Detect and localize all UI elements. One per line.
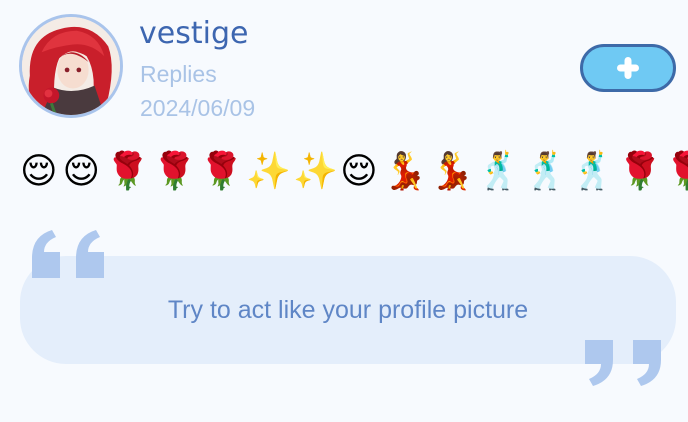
emoji-sparkles: ✨	[246, 150, 291, 191]
emoji-rose: 🌹	[199, 150, 244, 191]
avatar-image	[22, 17, 120, 115]
reply-card: vestige Replies 2024/06/09 😌 😌 🌹 🌹 🌹 ✨ ✨…	[0, 0, 688, 422]
emoji-relieved-face: 😌	[20, 150, 58, 191]
emoji-rose: 🌹	[152, 150, 197, 191]
plus-icon	[617, 57, 639, 79]
avatar[interactable]	[19, 14, 123, 118]
emoji-sparkles: ✨	[293, 150, 338, 191]
emoji-rose: 🌹	[617, 150, 663, 191]
quote-text: Try to act like your profile picture	[167, 295, 529, 324]
quote-close-icon	[585, 340, 661, 386]
emoji-relieved-face: 😌	[340, 150, 378, 191]
subtitle-label: Replies	[140, 61, 217, 87]
post-date: 2024/06/09	[140, 95, 256, 121]
emoji-rose: 🌹	[105, 150, 150, 191]
emoji-relieved-face: 😌	[62, 150, 101, 191]
emoji-woman-dancing: 💃	[429, 150, 475, 191]
emoji-man-dancing: 🕺	[570, 150, 616, 191]
emoji-rose: 🌹	[664, 150, 688, 191]
emoji-row: 😌 😌 🌹 🌹 🌹 ✨ ✨ 😌 💃 💃 🕺 🕺 🕺 🌹 🌹	[20, 148, 688, 194]
emoji-man-dancing: 🕺	[523, 150, 569, 191]
emoji-man-dancing: 🕺	[476, 150, 522, 191]
username[interactable]: vestige	[139, 16, 248, 52]
add-button[interactable]	[580, 44, 676, 92]
emoji-woman-dancing: 💃	[382, 150, 428, 191]
